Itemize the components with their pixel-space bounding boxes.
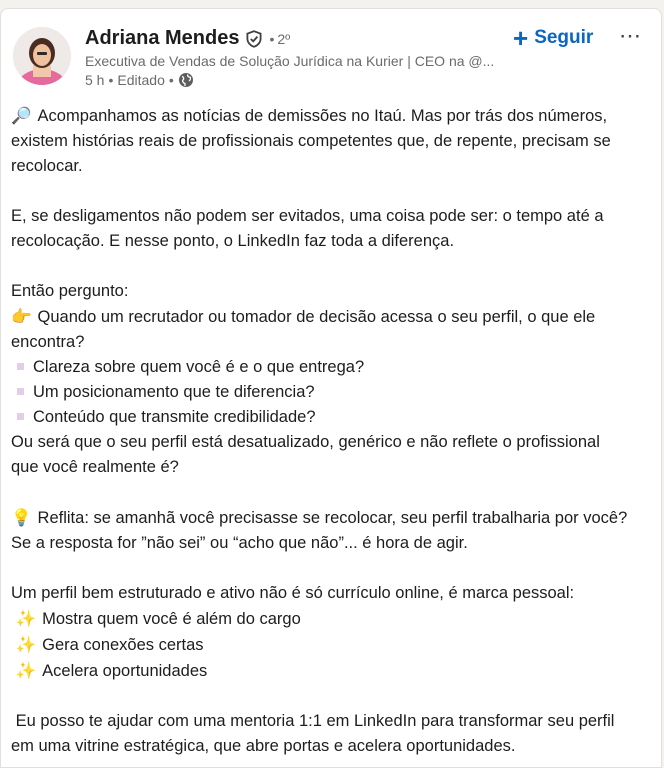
lightbulb-icon: 💡 (11, 508, 32, 527)
post-line: recolocação. E nesse ponto, o LinkedIn f… (11, 232, 455, 250)
post-line: encontra? (11, 333, 85, 351)
post-line: recolocar. (11, 157, 83, 175)
bullet-square-icon (17, 363, 24, 371)
post-line: Então pergunto: (11, 282, 129, 300)
post-line: Ou será que o seu perfil está desatualiz… (11, 433, 600, 451)
list-item: ✨ Mostra quem você é além do cargo (11, 606, 659, 632)
post-header: Adriana Mendes • 2º Executiva de Vendas … (1, 9, 661, 97)
list-item-text: Acelera oportunidades (42, 662, 208, 680)
avatar-photo-icon (13, 27, 71, 85)
globe-icon (178, 72, 194, 88)
list-item-text: Clareza sobre quem você é e o que entreg… (33, 358, 365, 376)
author-name[interactable]: Adriana Mendes (85, 27, 239, 50)
verified-shield-icon (245, 29, 263, 48)
author-name-row: Adriana Mendes • 2º (85, 27, 290, 50)
sparkles-icon: ✨ (15, 661, 37, 680)
follow-button[interactable]: + Seguir (513, 23, 594, 53)
post-line: em uma vitrine estratégica, que abre por… (11, 737, 516, 755)
post-time: 5 h (85, 72, 105, 88)
edited-label: Editado (117, 72, 165, 88)
post-line: 👉 Quando um recrutador ou tomador de deci… (11, 304, 659, 330)
follow-label: Seguir (534, 27, 594, 48)
connection-degree: 2º (277, 30, 291, 47)
list-item: Clareza sobre quem você é e o que entreg… (11, 355, 659, 380)
plus-icon: + (513, 23, 529, 53)
post-line: que você realmente é? (11, 458, 179, 476)
post-line: 🔎 Acompanhamos as notícias de demissões n… (11, 103, 659, 129)
list-item: Um posicionamento que te diferencia? (11, 380, 659, 405)
sparkles-icon: ✨ (15, 635, 37, 654)
name-separator: • (269, 30, 275, 47)
list-item: ✨ Acelera oportunidades (11, 658, 659, 684)
post-line: existem histórias reais de profissionais… (11, 132, 611, 150)
post-text: Quando um recrutador ou tomador de decis… (37, 308, 596, 326)
post-line: Se a resposta for ”não sei” ou “acho que… (11, 534, 468, 552)
list-item-text: Conteúdo que transmite credibilidade? (33, 408, 316, 426)
author-headline: Executiva de Vendas de Solução Jurídica … (85, 53, 495, 69)
list-item-text: Mostra quem você é além do cargo (42, 610, 301, 628)
list-item-text: Gera conexões certas (42, 636, 204, 654)
post-line: 💡 Reflita: se amanhã você precisasse se r… (11, 505, 659, 531)
list-item-text: Um posicionamento que te diferencia? (33, 383, 315, 401)
magnifier-icon: 🔎 (11, 106, 32, 125)
post-text: Reflita: se amanhã você precisasse se re… (37, 509, 628, 527)
meta-dot: • (108, 72, 114, 88)
bullet-square-icon (17, 413, 24, 421)
sparkles-icon: ✨ (15, 609, 37, 628)
more-options-icon[interactable]: ⋯ (619, 23, 642, 49)
post-meta: 5 h • Editado • (85, 72, 198, 88)
meta-dot-2: • (168, 72, 174, 88)
post-card: Adriana Mendes • 2º Executiva de Vendas … (0, 8, 662, 768)
post-body: 🔎 Acompanhamos as notícias de demissões n… (11, 103, 659, 759)
post-line: Eu posso te ajudar com uma mentoria 1:1 … (11, 712, 615, 730)
pointing-hand-icon: 👉 (11, 307, 32, 326)
avatar[interactable] (13, 27, 71, 85)
bullet-square-icon (17, 388, 24, 396)
list-item: Conteúdo que transmite credibilidade? (11, 405, 659, 430)
post-text: Acompanhamos as notícias de demissões no… (37, 107, 608, 125)
list-item: ✨ Gera conexões certas (11, 632, 659, 658)
post-line: Um perfil bem estruturado e ativo não é … (11, 584, 575, 602)
post-line: E, se desligamentos não podem ser evitad… (11, 207, 604, 225)
